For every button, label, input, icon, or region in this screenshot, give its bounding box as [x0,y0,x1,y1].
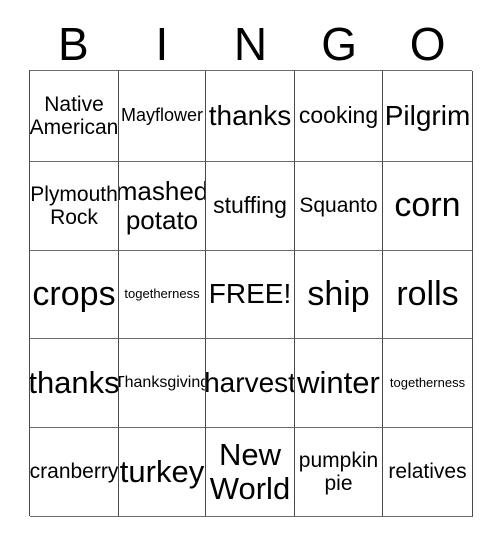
bingo-cell[interactable]: stuffing [206,162,295,251]
bingo-cell[interactable]: rolls [383,251,473,339]
bingo-cell[interactable]: harvest [206,339,295,428]
bingo-cell-label: togetherness [124,286,200,302]
bingo-cell[interactable]: Pilgrim [383,71,473,162]
bingo-cell[interactable]: Plymouth Rock [30,162,119,251]
bingo-cell-label: winter [297,364,380,400]
bingo-cell-label: Native American [30,92,119,139]
bingo-cell[interactable]: relatives [383,428,473,517]
bingo-cell[interactable]: Mayflower [119,71,206,162]
bingo-cell[interactable]: winter [295,339,383,428]
bingo-cell[interactable]: mashed potato [119,162,206,251]
bingo-cell-label: mashed potato [119,176,206,235]
bingo-cell[interactable]: togetherness [383,339,473,428]
header-letter-g: G [321,18,357,70]
bingo-cell[interactable]: Native American [30,71,119,162]
bingo-cell-label: thanks [208,99,292,131]
bingo-cell[interactable]: Squanto [295,162,383,251]
bingo-grid: Native American Mayflower thanks cooking… [29,70,473,517]
bingo-cell-label: harvest [206,366,295,398]
bingo-cell[interactable]: cranberry [30,428,119,517]
bingo-cell-free[interactable]: FREE! [206,251,295,339]
bingo-cell-label: thanks [30,364,119,400]
bingo-cell[interactable]: pumpkin pie [295,428,383,517]
bingo-cell-label: Thanksgiving [119,374,206,392]
bingo-cell[interactable]: New World [206,428,295,517]
bingo-cell[interactable]: Thanksgiving [119,339,206,428]
bingo-cell-label: relatives [388,460,467,484]
bingo-cell-label: Plymouth Rock [30,182,118,229]
bingo-card: B I N G O Native American Mayflower than… [0,0,500,544]
bingo-cell-label: turkey [119,453,205,489]
bingo-cell-label: cooking [298,102,379,129]
bingo-cell[interactable]: turkey [119,428,206,517]
bingo-cell-label: ship [307,274,370,313]
bingo-cell-label: stuffing [213,192,287,219]
bingo-cell[interactable]: ship [295,251,383,339]
bingo-cell-label: crops [32,274,116,313]
header-letter-i: I [155,18,169,70]
header-letter-b: B [57,18,89,70]
bingo-cell[interactable]: thanks [30,339,119,428]
bingo-cell-label: Pilgrim [384,99,471,131]
bingo-cell[interactable]: corn [383,162,473,251]
bingo-cell-label: rolls [396,274,459,313]
bingo-cell-label: Mayflower [120,105,204,126]
bingo-cell-label: corn [394,186,461,225]
bingo-cell-label: New World [209,436,291,506]
header-letter-n: N [233,18,268,70]
bingo-cell-label: pumpkin pie [298,448,379,495]
bingo-cell[interactable]: cooking [295,71,383,162]
bingo-cell-label: togetherness [389,374,466,390]
bingo-cell[interactable]: togetherness [119,251,206,339]
bingo-cell-label: cranberry [30,460,119,484]
bingo-header-row: B I N G O [29,18,472,70]
bingo-cell[interactable]: crops [30,251,119,339]
bingo-cell[interactable]: thanks [206,71,295,162]
bingo-cell-label: FREE! [208,278,292,310]
header-letter-o: O [409,18,446,70]
bingo-cell-label: Squanto [299,194,378,218]
